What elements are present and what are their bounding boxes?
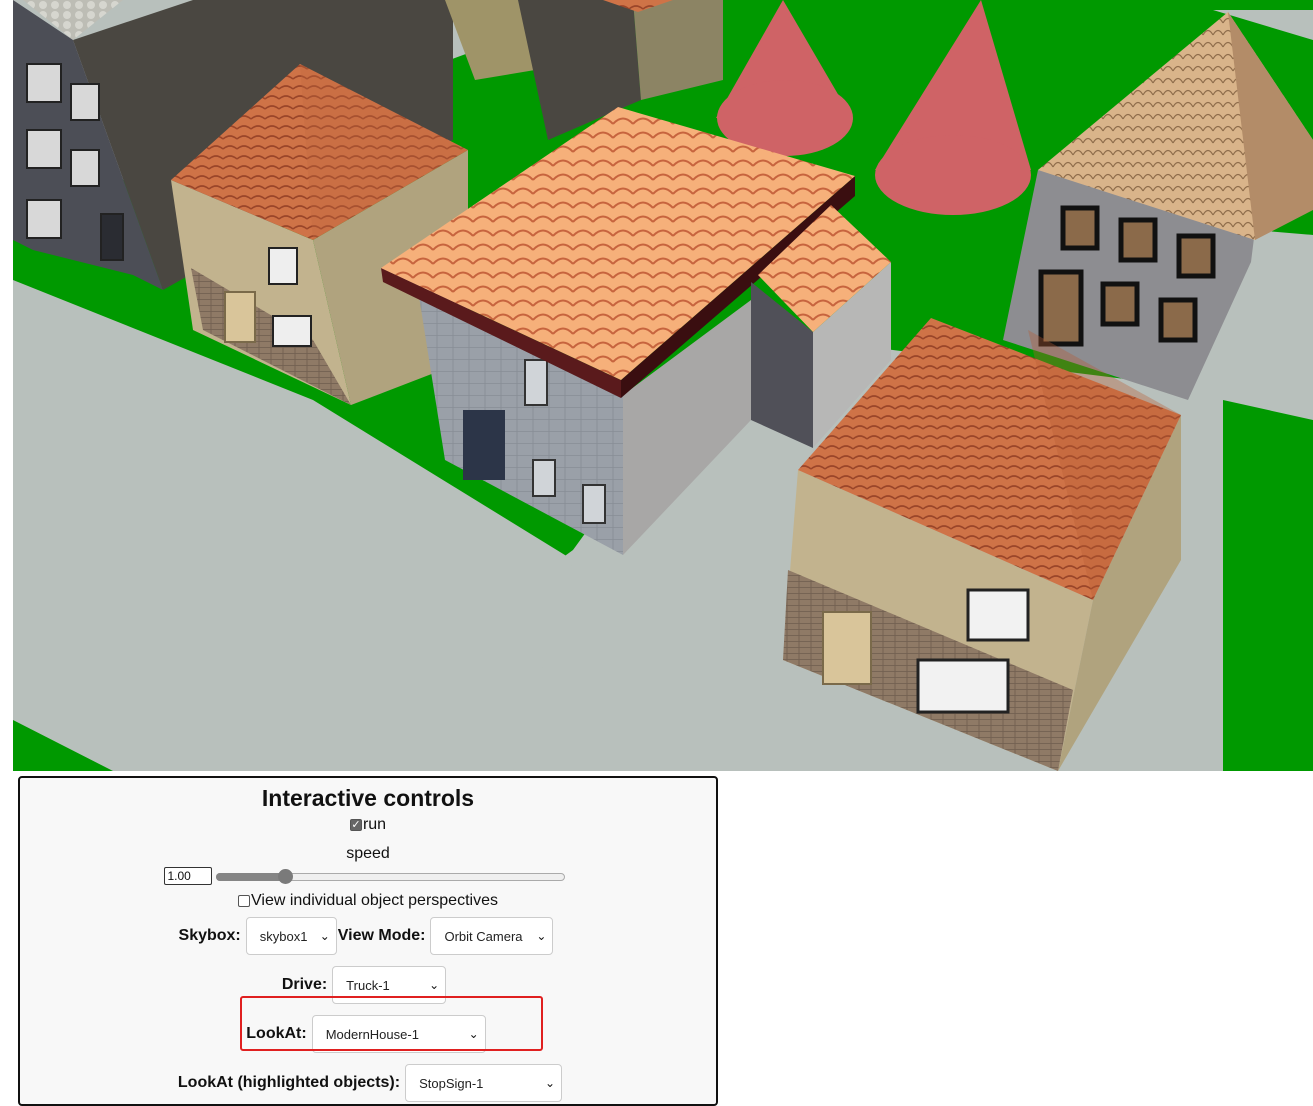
view-mode-select-value: Orbit Camera	[444, 928, 523, 944]
interactive-controls-panel: Interactive controls ✓ run speed 1.00 Vi…	[18, 776, 718, 1106]
lookat-highlighted-label: LookAt (highlighted objects):	[177, 1074, 401, 1091]
view-mode-select[interactable]: Orbit Camera ⌄	[430, 917, 554, 955]
grass-lower-right	[1223, 400, 1313, 771]
chevron-down-icon: ⌄	[429, 978, 440, 992]
panel-title: Interactive controls	[261, 785, 475, 811]
chevron-down-icon: ⌄	[545, 1076, 556, 1090]
slider-fill	[215, 873, 286, 881]
skybox-viewmode-row: Skybox: skybox1 ⌄ View Mode: Orbit Camer…	[18, 917, 714, 955]
skybox-select-value: skybox1	[259, 928, 308, 944]
speed-label: speed	[346, 845, 390, 862]
view-individual-label: View individual object perspectives	[251, 892, 498, 909]
run-row: ✓ run	[20, 816, 716, 834]
speed-slider[interactable]	[215, 867, 565, 885]
lookat-highlighted-select-value: StopSign-1	[419, 1075, 484, 1091]
3d-scene-view[interactable]	[13, 0, 1313, 771]
highlight-box	[240, 996, 543, 1051]
chevron-down-icon: ⌄	[536, 929, 547, 943]
lookat-highlighted-row: LookAt (highlighted objects): StopSign-1…	[22, 1064, 718, 1102]
drive-select-value: Truck-1	[346, 977, 390, 993]
view-individual-row: View individual object perspectives	[20, 892, 716, 910]
speed-row: 1.00	[16, 867, 712, 885]
lookat-highlighted-select[interactable]: StopSign-1 ⌄	[405, 1064, 563, 1102]
run-label: run	[362, 816, 387, 833]
slider-thumb[interactable]	[278, 869, 294, 884]
skybox-label: Skybox:	[178, 927, 241, 944]
view-mode-label: View Mode:	[337, 927, 426, 944]
speed-label-row: speed	[20, 845, 716, 863]
chevron-down-icon: ⌄	[319, 929, 330, 943]
run-checkbox[interactable]: ✓	[349, 819, 362, 831]
skybox-select[interactable]: skybox1 ⌄	[245, 917, 337, 955]
view-individual-checkbox[interactable]	[238, 895, 251, 907]
drive-label: Drive:	[281, 976, 328, 993]
speed-number-input[interactable]: 1.00	[163, 867, 212, 885]
